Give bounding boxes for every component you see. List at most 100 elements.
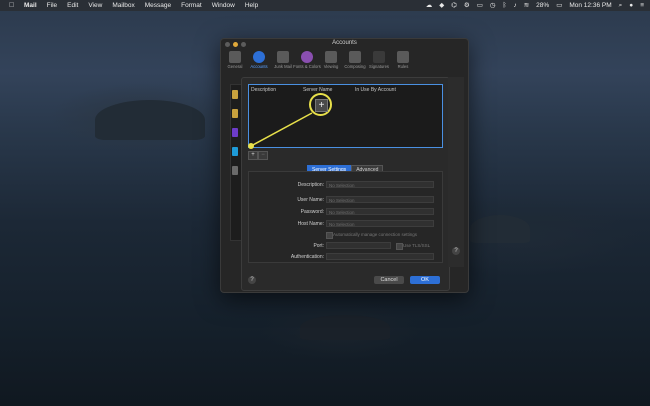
apple-icon[interactable]: 	[9, 0, 16, 11]
tab-label: Composing	[344, 64, 366, 69]
dropbox-icon[interactable]: ◆	[439, 0, 444, 11]
add-server-button[interactable]: +	[248, 151, 258, 160]
preferences-toolbar: General Accounts Junk Mail Fonts & Color…	[221, 50, 468, 74]
tab-label: Rules	[397, 64, 409, 69]
menu-message[interactable]: Message	[145, 0, 171, 11]
volume-icon[interactable]: ♪	[513, 0, 516, 11]
server-table[interactable]: Description Server Name In Use By Accoun…	[248, 84, 443, 148]
battery-percent[interactable]: 28%	[536, 0, 549, 11]
wifi-alt-icon[interactable]: ⌬	[451, 0, 457, 11]
account-icon[interactable]	[232, 109, 238, 118]
accounts-icon	[253, 51, 265, 63]
search-icon[interactable]: ⌕	[619, 0, 623, 11]
description-row: Description: No Selection	[249, 181, 442, 189]
table-header: Description Server Name In Use By Accoun…	[249, 86, 442, 94]
password-label: Password:	[300, 209, 324, 215]
authentication-row: Authentication:	[249, 253, 442, 261]
password-row: Password: No Selection	[249, 208, 442, 216]
password-field[interactable]: No Selection	[326, 208, 434, 215]
hostname-field[interactable]: No Selection	[326, 220, 434, 227]
port-label: Port:	[313, 243, 324, 249]
hostname-label: Host Name:	[297, 221, 324, 227]
general-icon	[229, 51, 241, 63]
username-row: User Name: No Selection	[249, 196, 442, 204]
smtp-server-sheet: Description Server Name In Use By Accoun…	[241, 77, 450, 291]
signatures-icon	[373, 51, 385, 63]
add-remove-controls: + −	[248, 151, 268, 160]
tab-signatures[interactable]: Signatures	[367, 50, 391, 74]
callout-dot	[248, 143, 254, 149]
help-button[interactable]: ?	[248, 276, 256, 284]
add-icon-highlighted[interactable]: +	[315, 99, 328, 112]
tab-label: Accounts	[250, 64, 268, 69]
server-settings-panel: Description: No Selection User Name: No …	[248, 171, 443, 263]
tab-label: General	[227, 64, 243, 69]
auto-manage-label: Automatically manage connection settings	[333, 232, 418, 237]
remove-server-button[interactable]: −	[258, 151, 268, 160]
user-icon[interactable]: ●	[629, 0, 633, 11]
clock[interactable]: Mon 12:36 PM	[569, 0, 611, 11]
tab-label: Fonts & Colors	[293, 64, 321, 69]
junk-mail-icon	[277, 51, 289, 63]
help-button-window[interactable]: ?	[452, 247, 460, 255]
menu-mailbox[interactable]: Mailbox	[112, 0, 134, 11]
menu-file[interactable]: File	[47, 0, 57, 11]
bluetooth-icon[interactable]: ᛒ	[503, 0, 507, 11]
username-label: User Name:	[297, 197, 324, 203]
column-description[interactable]: Description	[251, 87, 276, 93]
dimmed-preferences-panel	[448, 77, 464, 267]
tab-accounts[interactable]: Accounts	[247, 50, 271, 74]
tab-fonts-colors[interactable]: Fonts & Colors	[293, 50, 321, 74]
menu-app-mail[interactable]: Mail	[24, 0, 37, 11]
tab-viewing[interactable]: Viewing	[319, 50, 343, 74]
wallpaper-island	[300, 315, 390, 340]
account-icon[interactable]	[232, 166, 238, 175]
airplay-icon[interactable]: ▭	[477, 0, 483, 11]
menu-help[interactable]: Help	[245, 0, 258, 11]
settings-icon[interactable]: ⚙	[464, 0, 470, 11]
tab-rules[interactable]: Rules	[391, 50, 415, 74]
auto-manage-row: Automatically manage connection settings	[249, 231, 442, 239]
tab-general[interactable]: General	[223, 50, 247, 74]
rules-icon	[397, 51, 409, 63]
ok-button[interactable]: OK	[410, 276, 440, 284]
account-icon[interactable]	[232, 147, 238, 156]
authentication-label: Authentication:	[290, 254, 324, 260]
tab-label: Signatures	[368, 64, 390, 69]
hostname-row: Host Name: No Selection	[249, 220, 442, 228]
menu-edit[interactable]: Edit	[67, 0, 78, 11]
window-title: Accounts	[332, 40, 357, 46]
wifi-icon[interactable]: ≋	[524, 0, 529, 11]
viewing-icon	[325, 51, 337, 63]
authentication-select[interactable]	[326, 253, 434, 260]
tab-composing[interactable]: Composing	[343, 50, 367, 74]
fonts-colors-icon	[301, 51, 313, 63]
notification-center-icon[interactable]: ≡	[640, 0, 644, 11]
tab-label: Junk Mail	[274, 64, 292, 69]
description-field[interactable]: No Selection	[326, 181, 434, 188]
wallpaper-island	[95, 100, 205, 140]
composing-icon	[349, 51, 361, 63]
menu-format[interactable]: Format	[181, 0, 202, 11]
window-titlebar: Accounts	[221, 39, 468, 49]
tab-junk-mail[interactable]: Junk Mail	[271, 50, 295, 74]
username-field[interactable]: No Selection	[326, 196, 434, 203]
use-tls-checkbox[interactable]	[396, 243, 403, 250]
tab-label: Viewing	[323, 64, 339, 69]
menu-window[interactable]: Window	[212, 0, 235, 11]
cancel-button[interactable]: Cancel	[374, 276, 404, 284]
cloud-icon[interactable]: ☁	[426, 0, 433, 11]
account-icon[interactable]	[232, 128, 238, 137]
menu-view[interactable]: View	[88, 0, 102, 11]
menu-bar:  Mail File Edit View Mailbox Message Fo…	[0, 0, 650, 11]
column-server-name[interactable]: Server Name	[303, 87, 332, 93]
port-field[interactable]	[326, 242, 391, 249]
battery-icon[interactable]: ▭	[556, 0, 562, 11]
auto-manage-checkbox[interactable]	[326, 232, 333, 239]
account-icon[interactable]	[232, 90, 238, 99]
use-tls-label: Use TLS/SSL	[403, 243, 431, 248]
description-label: Description:	[297, 182, 324, 188]
column-in-use[interactable]: In Use By Account	[355, 87, 396, 93]
timemachine-icon[interactable]: ◷	[490, 0, 496, 11]
wallpaper-island	[470, 215, 530, 243]
